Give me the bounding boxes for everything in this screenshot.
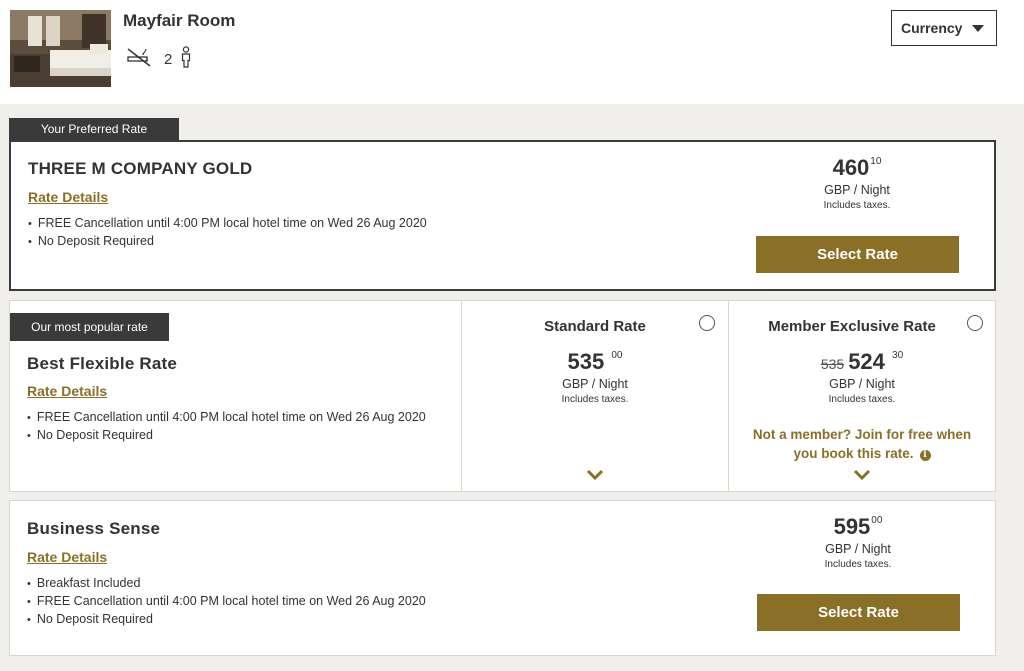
- price-cents: 10: [870, 156, 882, 167]
- popular-rate-tag: Our most popular rate: [10, 313, 169, 341]
- standard-rate-radio[interactable]: [699, 315, 715, 331]
- room-photo: [10, 10, 111, 87]
- room-title: Mayfair Room: [123, 11, 236, 30]
- list-item: No Deposit Required: [28, 233, 427, 251]
- business-rate-bullets: Breakfast Included FREE Cancellation unt…: [27, 575, 426, 629]
- preferred-rate-bullets: FREE Cancellation until 4:00 PM local ho…: [28, 215, 427, 251]
- price-amount: 524: [848, 349, 885, 374]
- business-rate-details-link[interactable]: Rate Details: [27, 549, 107, 565]
- popular-rate-bullets: FREE Cancellation until 4:00 PM local ho…: [27, 409, 426, 445]
- select-rate-button[interactable]: Select Rate: [756, 236, 959, 273]
- price-cents: 00: [611, 350, 623, 361]
- business-price: 59500 GBP / Night Includes taxes.: [777, 514, 939, 570]
- member-note-line: Not a member? Join for free when: [752, 427, 972, 442]
- price-unit: GBP / Night: [824, 183, 890, 197]
- preferred-rate-tag: Your Preferred Rate: [9, 118, 179, 140]
- price-tax-note: Includes taxes.: [561, 394, 629, 405]
- member-rate-price: 535 524 30 GBP / Night Includes taxes.: [729, 349, 995, 405]
- no-smoking-icon: [126, 47, 152, 72]
- chevron-down-icon[interactable]: [586, 469, 604, 481]
- currency-dropdown[interactable]: Currency: [891, 10, 997, 46]
- select-rate-button[interactable]: Select Rate: [757, 594, 960, 631]
- price-tax-note: Includes taxes.: [823, 200, 891, 211]
- list-item: FREE Cancellation until 4:00 PM local ho…: [27, 409, 426, 427]
- guest-count: 2: [164, 51, 173, 68]
- preferred-rate-details-link[interactable]: Rate Details: [28, 189, 108, 205]
- preferred-rate-name: THREE M COMPANY GOLD: [28, 159, 253, 178]
- currency-label: Currency: [901, 20, 963, 36]
- room-header: Mayfair Room 2 Currency: [0, 0, 1024, 104]
- list-item: FREE Cancellation until 4:00 PM local ho…: [28, 215, 427, 233]
- original-price: 535: [820, 356, 845, 372]
- list-item: No Deposit Required: [27, 611, 426, 629]
- standard-rate-price: 535 00 GBP / Night Includes taxes.: [462, 349, 728, 405]
- list-item: Breakfast Included: [27, 575, 426, 593]
- chevron-down-icon[interactable]: [853, 469, 871, 481]
- preferred-price: 46010 GBP / Night Includes taxes.: [776, 155, 938, 211]
- member-join-note[interactable]: Not a member? Join for free when you boo…: [729, 425, 995, 463]
- price-amount: 535: [567, 349, 605, 374]
- chevron-down-icon: [972, 25, 984, 32]
- popular-rate-details-link[interactable]: Rate Details: [27, 383, 107, 399]
- price-cents: 30: [892, 350, 904, 361]
- price-unit: GBP / Night: [562, 377, 628, 391]
- price-tax-note: Includes taxes.: [828, 394, 896, 405]
- person-icon: [180, 46, 192, 73]
- list-item: FREE Cancellation until 4:00 PM local ho…: [27, 593, 426, 611]
- price-unit: GBP / Night: [829, 377, 895, 391]
- business-rate-name: Business Sense: [27, 519, 161, 538]
- price-amount: 460: [832, 155, 870, 180]
- price-unit: GBP / Night: [825, 542, 891, 556]
- member-rate-title: Member Exclusive Rate: [768, 318, 936, 335]
- standard-rate-title: Standard Rate: [544, 318, 646, 335]
- price-tax-note: Includes taxes.: [824, 559, 892, 570]
- price-amount: 595: [833, 514, 871, 539]
- popular-rate-name: Best Flexible Rate: [27, 354, 178, 373]
- info-icon[interactable]: i: [919, 450, 931, 461]
- member-note-line: you book this rate. i: [729, 444, 995, 463]
- price-cents: 00: [871, 515, 883, 526]
- member-rate-radio[interactable]: [967, 315, 983, 331]
- room-amenities: 2: [126, 46, 192, 73]
- list-item: No Deposit Required: [27, 427, 426, 445]
